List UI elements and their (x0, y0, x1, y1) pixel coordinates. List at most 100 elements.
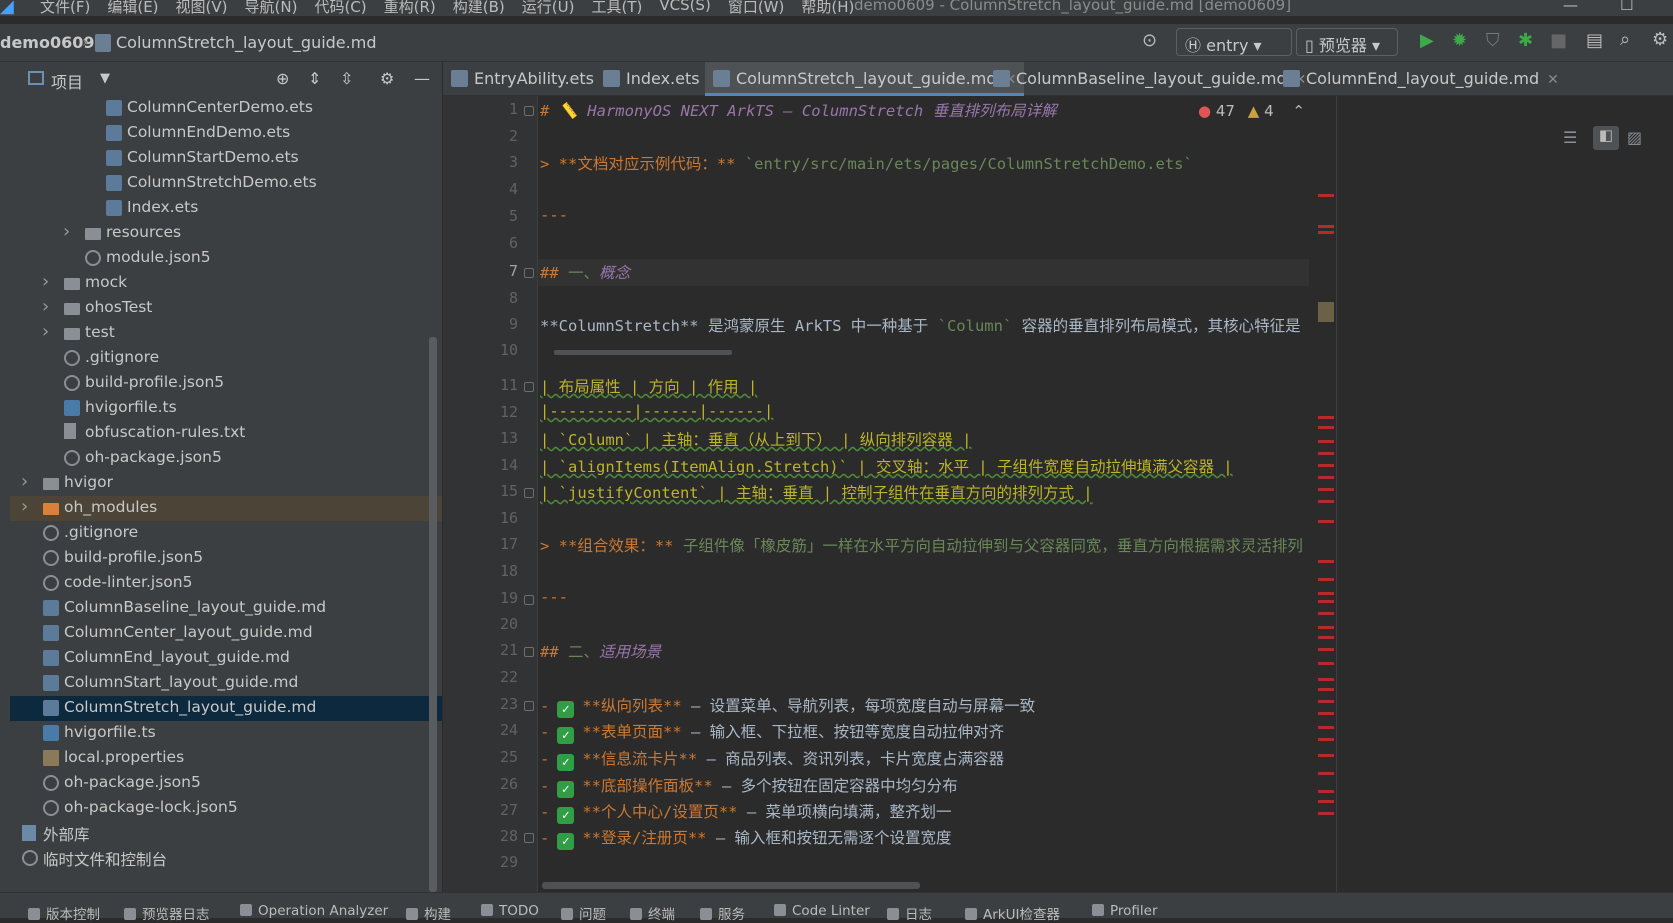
tree-item[interactable]: 临时文件和控制台 (10, 846, 442, 871)
tree-item[interactable]: › oh_modules (10, 496, 442, 521)
tool-window-button[interactable]: 终端 (630, 903, 675, 923)
markdown-editor[interactable]: # 📏 HarmonyOS NEXT ArkTS — ColumnStretch… (538, 96, 1336, 892)
expand-all-icon[interactable]: ⇕ (308, 69, 321, 88)
chevron-right-icon[interactable]: › (21, 496, 28, 517)
tree-item[interactable]: ColumnBaseline_layout_guide.md (10, 596, 442, 621)
menu-item[interactable]: VCS(S) (659, 0, 710, 16)
target-icon[interactable]: ⊙ (1142, 30, 1157, 51)
error-stripe-mark[interactable] (1318, 688, 1334, 691)
error-stripe-mark[interactable] (1318, 464, 1334, 467)
prev-highlight-icon[interactable]: ⌃ (1292, 102, 1305, 120)
device-manager-icon[interactable]: ▤ (1586, 30, 1603, 51)
error-stripe-mark[interactable] (1318, 738, 1334, 741)
tree-item[interactable]: ColumnStartDemo.ets (10, 146, 442, 171)
editor-only-icon[interactable]: ☰ (1563, 128, 1585, 150)
error-stripe-mark[interactable] (1318, 662, 1334, 665)
menu-item[interactable]: 运行(U) (522, 0, 575, 16)
tool-window-button[interactable]: 服务 (700, 903, 745, 923)
project-tree-scrollbar[interactable] (429, 337, 437, 892)
error-stripe-mark[interactable] (1318, 612, 1334, 615)
fold-icon[interactable] (524, 268, 534, 278)
menu-item[interactable]: 编辑(E) (107, 0, 158, 16)
chevron-right-icon[interactable]: › (63, 221, 70, 242)
chevron-right-icon[interactable]: › (42, 321, 49, 342)
error-stripe-mark[interactable] (1318, 578, 1334, 581)
error-stripe-mark[interactable] (1318, 500, 1334, 503)
tree-item[interactable]: › test (10, 321, 442, 346)
error-stripe-mark[interactable] (1318, 600, 1334, 603)
error-stripe-mark[interactable] (1318, 592, 1334, 595)
tree-item[interactable]: ColumnStretchDemo.ets (10, 171, 442, 196)
tree-item[interactable]: › resources (10, 221, 442, 246)
tree-item[interactable]: ColumnEndDemo.ets (10, 121, 442, 146)
menu-item[interactable]: 重构(R) (384, 0, 436, 16)
menu-item[interactable]: 窗口(W) (728, 0, 785, 16)
tool-window-button[interactable]: 构建 (406, 903, 451, 923)
fold-icon[interactable] (524, 488, 534, 498)
tree-item[interactable]: .gitignore (10, 346, 442, 371)
menu-item[interactable]: 文件(F) (40, 0, 90, 16)
menu-item[interactable]: 视图(V) (176, 0, 228, 16)
menu-item[interactable]: 帮助(H) (801, 0, 854, 16)
horizontal-scrollbar[interactable] (542, 882, 920, 889)
tree-item[interactable]: ›外部库 (10, 821, 442, 846)
tool-window-button[interactable]: 日志 (887, 903, 932, 923)
hide-panel-icon[interactable]: — (414, 69, 430, 88)
tree-item[interactable]: ColumnStretch_layout_guide.md (10, 696, 442, 721)
editor-tab[interactable]: ColumnStretch_layout_guide.md ✕ (705, 62, 1025, 96)
menu-item[interactable]: 导航(N) (245, 0, 298, 16)
error-stripe-mark[interactable] (1318, 488, 1334, 491)
error-stripe-mark[interactable] (1318, 626, 1334, 629)
error-stripe-mark[interactable] (1318, 712, 1334, 715)
error-stripe-mark[interactable] (1318, 678, 1334, 681)
error-stripe-mark[interactable] (1318, 231, 1334, 234)
tree-item[interactable]: › mock (10, 271, 442, 296)
tool-window-button[interactable]: ArkUI检查器 (965, 903, 1060, 923)
error-stripe-mark[interactable] (1318, 225, 1334, 228)
tree-item[interactable]: module.json5 (10, 246, 442, 271)
scroll-thumb[interactable] (1318, 302, 1334, 322)
error-stripe-mark[interactable] (1318, 700, 1334, 703)
tree-item[interactable]: Index.ets (10, 196, 442, 221)
error-stripe-mark[interactable] (1318, 476, 1334, 479)
locate-file-icon[interactable]: ⊕ (276, 69, 289, 88)
device-combo[interactable]: ▯ 预览器 ▾ (1296, 28, 1398, 56)
close-icon[interactable]: ✕ (1547, 72, 1559, 88)
error-stripe-mark[interactable] (1318, 790, 1334, 793)
tree-item[interactable]: hvigorfile.ts (10, 721, 442, 746)
error-stripe-mark[interactable] (1318, 772, 1334, 775)
tool-window-button[interactable]: Operation Analyzer (240, 903, 388, 919)
error-stripe-mark[interactable] (1318, 800, 1334, 803)
tree-item[interactable]: .gitignore (10, 521, 442, 546)
breadcrumb-file[interactable]: ColumnStretch_layout_guide.md (116, 33, 376, 52)
error-stripe-mark[interactable] (1318, 416, 1334, 419)
error-stripe-mark[interactable] (1318, 426, 1334, 429)
editor-tab[interactable]: ColumnEnd_layout_guide.md ✕ (1275, 62, 1567, 96)
tree-item[interactable]: oh-package-lock.json5 (10, 796, 442, 821)
chevron-right-icon[interactable]: › (42, 271, 49, 292)
editor-and-preview-icon[interactable]: ◧ (1593, 126, 1619, 150)
run-config-combo[interactable]: Ⓗ entry ▾ (1176, 28, 1292, 56)
tree-item[interactable]: › hvigor (10, 471, 442, 496)
fold-icon[interactable] (524, 595, 534, 605)
error-stripe-mark[interactable] (1318, 194, 1334, 197)
error-stripe-mark[interactable] (1318, 636, 1334, 639)
fold-icon[interactable] (524, 106, 534, 116)
tree-item[interactable]: code-linter.json5 (10, 571, 442, 596)
table-toolbar[interactable] (554, 350, 732, 355)
tree-item[interactable]: obfuscation-rules.txt (10, 421, 442, 446)
error-stripe-mark[interactable] (1318, 520, 1334, 523)
profiler-run-icon[interactable]: ✱ (1518, 30, 1533, 51)
menu-item[interactable]: 构建(B) (453, 0, 505, 16)
editor-tab[interactable]: ColumnBaseline_layout_guide.md ✕ (985, 62, 1314, 96)
chevron-down-icon[interactable]: ▼ (100, 71, 110, 86)
fold-icon[interactable] (524, 647, 534, 657)
tree-item[interactable]: local.properties (10, 746, 442, 771)
tree-item[interactable]: oh-package.json5 (10, 446, 442, 471)
tree-item[interactable]: oh-package.json5 (10, 771, 442, 796)
tree-item[interactable]: ColumnCenter_layout_guide.md (10, 621, 442, 646)
attach-debugger-icon[interactable]: ⛉ (1486, 30, 1500, 51)
menu-item[interactable]: 工具(T) (591, 0, 642, 16)
error-stripe-mark[interactable] (1318, 648, 1334, 651)
error-stripe-mark[interactable] (1318, 726, 1334, 729)
